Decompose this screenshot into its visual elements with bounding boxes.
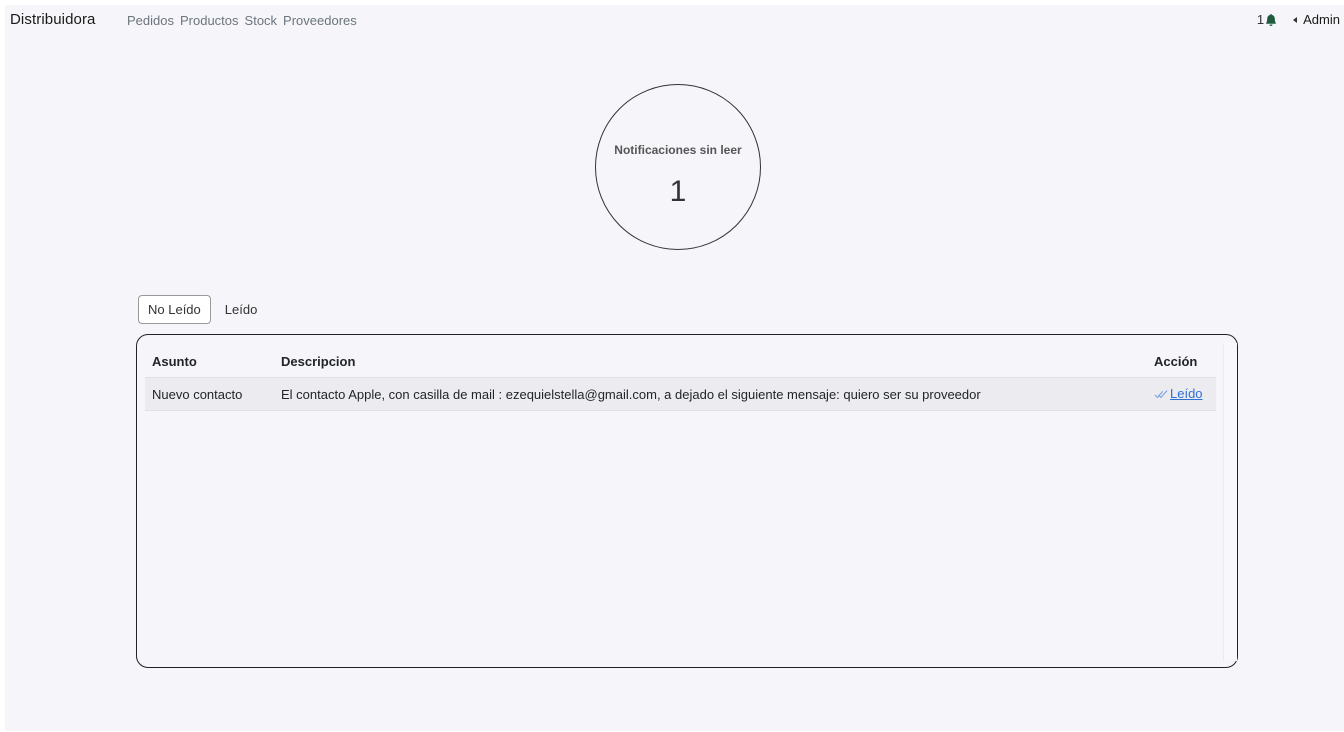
- notifications-table: Asunto Descripcion Acción Nuevo contacto…: [145, 345, 1216, 411]
- user-menu[interactable]: Admin: [1293, 12, 1340, 27]
- navbar: Distribuidora Pedidos Productos Stock Pr…: [5, 5, 1344, 37]
- page: Distribuidora Pedidos Productos Stock Pr…: [5, 5, 1344, 731]
- cell-descripcion: El contacto Apple, con casilla de mail :…: [274, 377, 1147, 411]
- header-accion: Acción: [1154, 353, 1198, 369]
- unread-counter-value: 1: [669, 175, 687, 208]
- nav-link-pedidos[interactable]: Pedidos: [127, 13, 174, 28]
- unread-counter-title: Notificaciones sin leer: [614, 143, 742, 157]
- nav-link-productos[interactable]: Productos: [180, 13, 239, 28]
- nav-links: Pedidos Productos Stock Proveedores: [127, 13, 357, 28]
- notification-tabs: No Leído Leído: [138, 295, 266, 324]
- nav-link-proveedores[interactable]: Proveedores: [283, 13, 357, 28]
- header-descripcion: Descripcion: [281, 353, 356, 369]
- check-icon: [1154, 389, 1168, 399]
- mark-read-label: Leído: [1170, 386, 1203, 402]
- brand-logo[interactable]: Distribuidora: [10, 11, 96, 28]
- notification-count[interactable]: 1: [1257, 12, 1264, 27]
- caret-left-icon: [1293, 16, 1298, 23]
- cell-accion: Leído: [1147, 377, 1216, 411]
- mark-read-link[interactable]: Leído: [1154, 386, 1203, 401]
- cell-asunto: Nuevo contacto: [145, 377, 274, 411]
- header-asunto: Asunto: [152, 353, 197, 369]
- bell-icon[interactable]: [1265, 13, 1277, 26]
- user-name: Admin: [1303, 12, 1340, 27]
- unread-counter-circle: Notificaciones sin leer 1: [595, 84, 761, 250]
- tab-leido[interactable]: Leído: [217, 296, 267, 323]
- tab-no-leido[interactable]: No Leído: [138, 295, 211, 324]
- notifications-panel: Asunto Descripcion Acción Nuevo contacto…: [136, 334, 1238, 668]
- nav-link-stock[interactable]: Stock: [245, 13, 278, 28]
- panel-scrollbar[interactable]: [1223, 343, 1237, 661]
- table-header-row: Asunto Descripcion Acción: [145, 345, 1216, 378]
- table-row: Nuevo contacto El contacto Apple, con ca…: [145, 377, 1216, 411]
- nav-right: 1 Admin: [1257, 12, 1340, 27]
